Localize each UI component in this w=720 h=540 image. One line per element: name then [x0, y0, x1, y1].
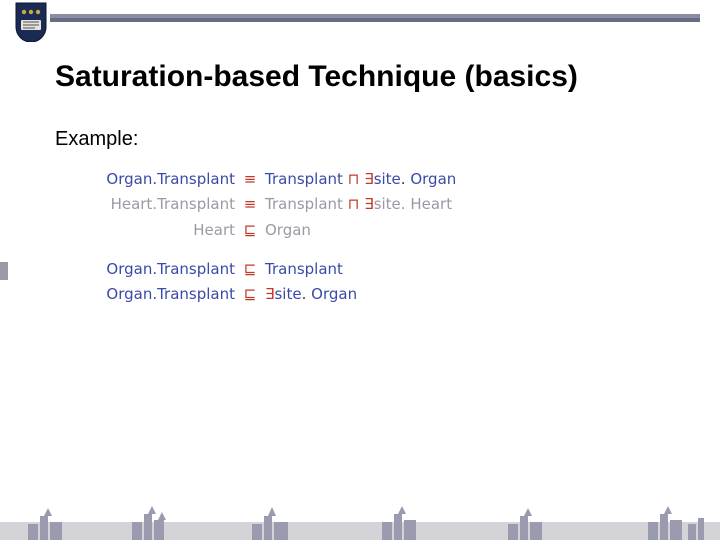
skyline-graphic	[0, 502, 720, 540]
role-site: site	[374, 195, 401, 213]
sqsubset-symbol: ⊑	[241, 219, 259, 242]
formula-block: Organ.Transplant ≡ Transplant ⊓ ∃site. O…	[75, 168, 456, 308]
footer	[0, 502, 720, 540]
concept-heart-transplant: Heart.Transplant	[111, 195, 235, 213]
sqcap-symbol: ⊓	[348, 195, 360, 213]
sqcap-symbol: ⊓	[348, 170, 360, 188]
equiv-symbol: ≡	[241, 168, 259, 191]
axiom-3: Heart ⊑ Organ	[75, 219, 456, 242]
sqsubset-symbol: ⊑	[241, 283, 259, 306]
exists-symbol: ∃	[364, 195, 373, 213]
derived-2: Organ.Transplant ⊑ ∃site. Organ	[75, 283, 456, 306]
concept-organ-transplant: Organ.Transplant	[106, 260, 235, 278]
header-bar-inner	[50, 18, 700, 22]
side-tab	[0, 262, 8, 280]
concept-organ-transplant: Organ.Transplant	[106, 170, 235, 188]
concept-organ: Organ	[265, 221, 311, 239]
sqsubset-symbol: ⊑	[241, 258, 259, 281]
role-site: site	[374, 170, 401, 188]
concept-transplant: Transplant	[265, 260, 343, 278]
derived-1: Organ.Transplant ⊑ Transplant	[75, 258, 456, 281]
header-bar	[50, 14, 700, 22]
concept-organ: Organ	[410, 170, 456, 188]
exists-symbol: ∃	[364, 170, 373, 188]
role-site: site	[274, 285, 301, 303]
concept-heart: Heart	[410, 195, 452, 213]
axiom-1: Organ.Transplant ≡ Transplant ⊓ ∃site. O…	[75, 168, 456, 191]
dot: .	[401, 170, 406, 188]
concept-heart: Heart	[193, 221, 235, 239]
concept-organ: Organ	[311, 285, 357, 303]
dot: .	[302, 285, 307, 303]
concept-organ-transplant: Organ.Transplant	[106, 285, 235, 303]
equiv-symbol: ≡	[241, 193, 259, 216]
concept-transplant: Transplant	[265, 170, 343, 188]
dot: .	[401, 195, 406, 213]
axiom-2: Heart.Transplant ≡ Transplant ⊓ ∃site. H…	[75, 193, 456, 216]
concept-transplant: Transplant	[265, 195, 343, 213]
page-title: Saturation-based Technique (basics)	[55, 60, 700, 94]
example-label: Example:	[55, 128, 138, 151]
crest-logo	[15, 2, 47, 42]
